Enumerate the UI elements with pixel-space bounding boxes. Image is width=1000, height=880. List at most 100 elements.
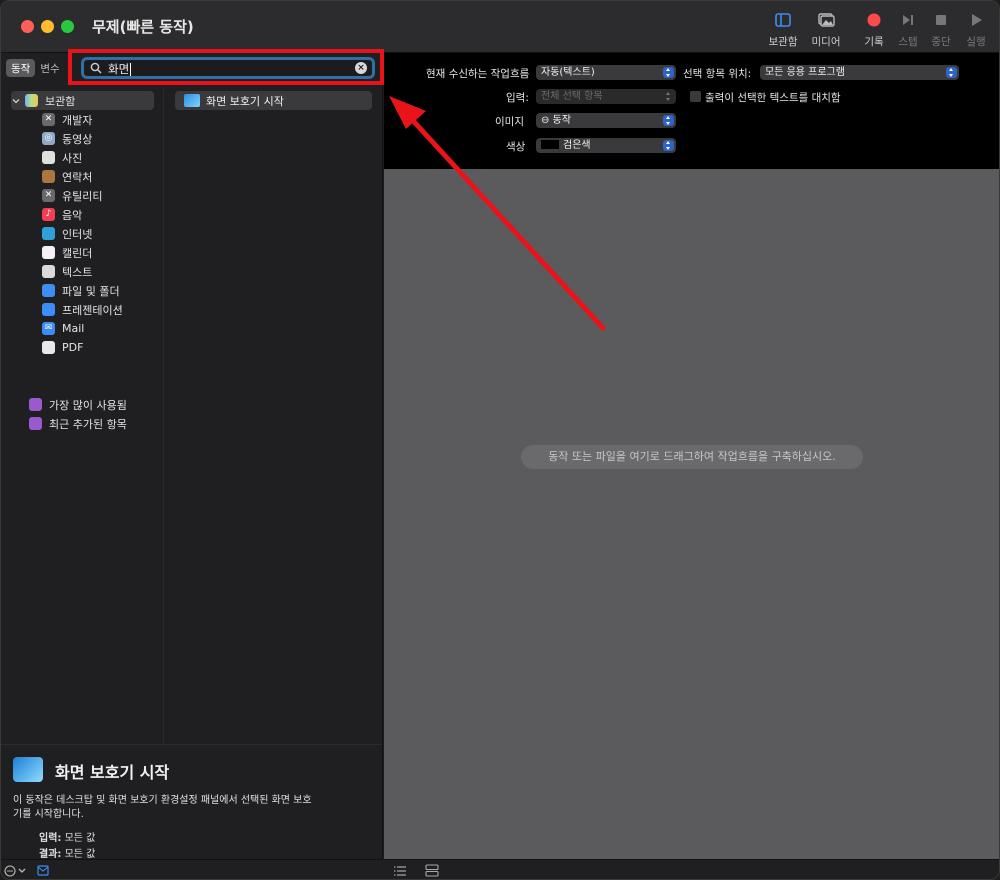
sidebar-item-most-used[interactable]: 가장 많이 사용됨	[29, 395, 127, 414]
in-app-popup[interactable]: 모든 응용 프로그램	[760, 65, 959, 80]
in-label: 선택 항목 위치:	[683, 68, 752, 80]
contacts-icon	[42, 170, 55, 183]
popup-arrows-icon	[663, 115, 674, 126]
workflow-footer	[384, 859, 999, 879]
sidebar-item-label: 파일 및 폴더	[62, 284, 120, 298]
action-menu-icon[interactable]	[4, 864, 28, 878]
replace-selection-checkbox[interactable]	[690, 91, 701, 102]
color-swatch	[541, 140, 559, 149]
pdf-icon	[42, 341, 55, 354]
receives-value: 자동(텍스트)	[541, 67, 595, 78]
color-value: 검은색	[563, 140, 591, 151]
sidebar-item-label: 유틸리티	[62, 189, 103, 203]
sidebar-item-label: 프레젠테이션	[62, 303, 123, 317]
color-popup[interactable]: 검은색	[536, 138, 676, 153]
stop-icon	[936, 15, 946, 25]
screen-saver-icon	[13, 757, 43, 782]
window-title: 무제(빠른 동작)	[92, 18, 194, 36]
list-view-icon[interactable]	[393, 865, 407, 877]
run-toolbar-button[interactable]: 실행	[954, 11, 998, 51]
library-panel: 동작 변수 화면 × 보관함 ✕ 개발자 ◎ 동영상 사진 연락처 ✕ 유틸리티 ♪ 음악 인터넷 캘…	[1, 53, 383, 879]
record-icon	[867, 13, 881, 27]
description-title: 화면 보호기 시작	[55, 763, 170, 782]
sidebar-item[interactable]: PDF	[42, 338, 83, 357]
sidebar-icon	[775, 13, 791, 27]
receives-label: 현재 수신하는 작업흐름	[426, 68, 530, 80]
workflow-canvas[interactable]: 동작 또는 파일을 여기로 드래그하여 작업흐름을 구축하십시오.	[384, 169, 999, 859]
sidebar-item[interactable]: ♪ 음악	[42, 205, 82, 224]
sidebar-item-label: 음악	[62, 208, 83, 222]
run-toolbar-label: 실행	[966, 36, 986, 48]
library-toolbar-label: 보관함	[768, 36, 798, 48]
sidebar-item[interactable]: ✉ Mail	[42, 319, 84, 338]
input-popup[interactable]: 전체 선택 항목	[536, 89, 676, 104]
sidebar-item-label: 텍스트	[62, 265, 93, 279]
popup-arrows-icon	[946, 67, 957, 78]
sidebar-item[interactable]: 프레젠테이션	[42, 300, 123, 319]
actions-variables-tabs: 동작 변수	[6, 59, 65, 77]
zoom-window-button[interactable]	[61, 20, 74, 33]
receives-popup[interactable]: 자동(텍스트)	[536, 65, 676, 80]
sidebar-item[interactable]: ✕ 유틸리티	[42, 186, 102, 205]
sidebar-item[interactable]: ◎ 동영상	[42, 129, 92, 148]
smart-folder-icon	[29, 398, 42, 411]
sidebar-item-label: 인터넷	[62, 227, 93, 241]
action-label: 화면 보호기 시작	[206, 94, 284, 108]
sidebar-item[interactable]: ✕ 개발자	[42, 110, 92, 129]
text-icon	[42, 265, 55, 278]
popup-arrows-icon	[663, 67, 674, 78]
annotation-highlight-box	[68, 49, 384, 85]
image-popup[interactable]: ⊖ 동작	[536, 113, 676, 128]
chevron-down-icon	[12, 98, 20, 103]
sidebar-item-label: 가장 많이 사용됨	[49, 398, 127, 412]
description-text: 이 동작은 데스크탑 및 화면 보호기 환경설정 패널에서 선택된 화면 보호기…	[13, 795, 312, 820]
popup-arrows-icon	[663, 140, 674, 151]
internet-icon	[42, 227, 55, 240]
media-toolbar-button[interactable]: 미디어	[804, 11, 848, 51]
replace-selection-label: 출력이 선택한 텍스트를 대치함	[705, 92, 841, 104]
workflow-config-bar: 현재 수신하는 작업흐름 자동(텍스트) 선택 항목 위치: 모든 응용 프로그…	[384, 53, 999, 169]
close-window-button[interactable]	[21, 20, 34, 33]
tab-actions[interactable]: 동작	[6, 59, 36, 77]
library-toolbar-button[interactable]: 보관함	[761, 11, 805, 51]
image-label: 이미지	[495, 116, 524, 128]
library-root[interactable]: 보관함	[11, 91, 154, 110]
calendar-icon	[42, 246, 55, 259]
sidebar-item-recently-added[interactable]: 최근 추가된 항목	[29, 414, 127, 433]
input-label: 입력:	[506, 92, 529, 104]
sidebar-item-label: 동영상	[62, 132, 93, 146]
color-label: 색상	[506, 141, 526, 153]
library-list: 보관함 ✕ 개발자 ◎ 동영상사진연락처 ✕ 유틸리티 ♪ 음악인터넷캘린더텍스트파일 및 폴…	[1, 89, 164, 744]
action-description: 화면 보호기 시작 이 동작은 데스크탑 및 화면 보호기 환경설정 패널에서 …	[1, 744, 382, 860]
developer-icon: ✕	[42, 113, 55, 126]
tab-variables[interactable]: 변수	[35, 59, 64, 77]
sidebar-item[interactable]: 캘린더	[42, 243, 92, 262]
sidebar-item[interactable]: 사진	[42, 148, 82, 167]
image-value: ⊖ 동작	[541, 115, 571, 126]
log-view-icon[interactable]	[425, 864, 439, 877]
in-app-value: 모든 응용 프로그램	[765, 67, 845, 78]
sidebar-item-label: 최근 추가된 항목	[49, 417, 127, 431]
sidebar-item-label: Mail	[62, 322, 85, 335]
sidebar-item-label: 캘린더	[62, 246, 93, 260]
automator-window: 무제(빠른 동작) 보관함 미디어 기록 스텝 중단 실행 동작 변수 화면 ×…	[0, 0, 1000, 880]
description-result: 결과: 모든 값	[39, 849, 96, 860]
description-input: 입력: 모든 값	[39, 833, 96, 844]
sidebar-item-label: 사진	[62, 151, 83, 165]
library-icon	[25, 94, 38, 107]
sidebar-item[interactable]: 텍스트	[42, 262, 92, 281]
screen-saver-icon	[184, 94, 200, 107]
utilities-icon: ✕	[42, 189, 55, 202]
action-start-screen-saver[interactable]: 화면 보호기 시작	[175, 91, 372, 110]
sidebar-item[interactable]: 파일 및 폴더	[42, 281, 120, 300]
music-icon: ♪	[42, 208, 55, 221]
popup-arrows-icon	[663, 91, 674, 102]
minimize-window-button[interactable]	[41, 20, 54, 33]
workflow-hint: 동작 또는 파일을 여기로 드래그하여 작업흐름을 구축하십시오.	[521, 445, 863, 469]
photo-icon	[818, 13, 835, 27]
sidebar-item[interactable]: 인터넷	[42, 224, 92, 243]
sidebar-item[interactable]: 연락처	[42, 167, 92, 186]
description-toggle-icon[interactable]	[37, 865, 49, 876]
keynote-icon	[42, 303, 55, 316]
play-icon	[972, 14, 982, 26]
